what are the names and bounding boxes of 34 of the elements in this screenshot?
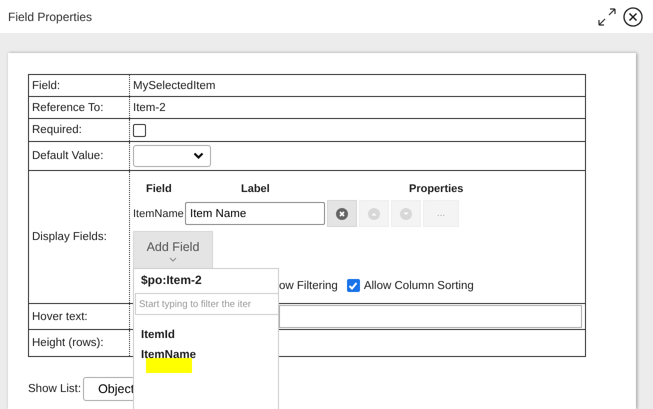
add-field-button[interactable]: Add Field <box>133 231 213 271</box>
field-label: Height (rows): <box>32 337 104 349</box>
checkbox[interactable] <box>133 124 146 136</box>
option-label: ow Filtering <box>279 280 338 292</box>
field-label: Required: <box>32 124 82 136</box>
remove-icon <box>336 208 348 220</box>
field-label: Reference To: <box>32 102 104 114</box>
column-header: Field <box>146 183 173 197</box>
arrow-down-icon <box>400 208 412 220</box>
column-header: Label <box>241 183 271 197</box>
option-label: Allow Column Sorting <box>364 280 474 292</box>
chevron-down-icon <box>169 257 177 262</box>
column-header: Properties <box>409 183 464 197</box>
dropdown-field[interactable] <box>133 145 211 167</box>
menu-title: $po:Item-2 <box>140 273 203 287</box>
window-title: Field Properties <box>8 10 92 24</box>
field-label: Display Fields: <box>32 231 107 243</box>
close-icon[interactable] <box>623 6 643 26</box>
field-value: Item-2 <box>133 102 166 114</box>
field-label: Field: <box>32 80 60 92</box>
show-list-label: Show List: <box>28 383 82 395</box>
filter-input[interactable]: Start typing to filter the iter <box>135 293 279 315</box>
expand-icon[interactable] <box>597 6 617 26</box>
label-input[interactable]: Item Name <box>185 202 325 225</box>
arrow-up-icon <box>368 208 380 220</box>
field-value: MySelectedItem <box>133 80 216 92</box>
field-label: Hover text: <box>32 310 88 322</box>
chevron-down-icon <box>193 152 204 160</box>
field-label: Default Value: <box>32 150 104 162</box>
hover-text-input[interactable] <box>279 305 582 328</box>
field-name: ItemName <box>133 208 185 220</box>
remove-button[interactable] <box>327 200 357 227</box>
checkbox[interactable] <box>346 279 360 292</box>
menu-item[interactable]: ItemId <box>141 329 175 341</box>
